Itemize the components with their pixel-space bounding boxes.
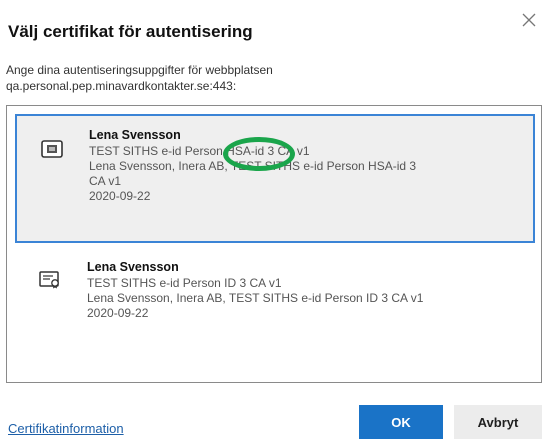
dialog-description: Ange dina autentiseringsuppgifter för we… xyxy=(6,62,273,94)
close-icon xyxy=(522,13,536,27)
certificate-item[interactable]: Lena Svensson TEST SITHS e-id Person ID … xyxy=(15,249,535,349)
cancel-button[interactable]: Avbryt xyxy=(454,405,542,439)
certificate-name: Lena Svensson xyxy=(87,260,179,274)
certificate-details: Lena Svensson TEST SITHS e-id Person ID … xyxy=(87,260,423,321)
certificate-subject-cont: CA v1 xyxy=(89,174,122,188)
certificate-subject: Lena Svensson, Inera AB, TEST SITHS e-id… xyxy=(87,291,424,305)
certificate-info-link[interactable]: Certifikatinformation xyxy=(8,421,124,436)
smartcard-icon xyxy=(41,140,63,158)
annotation-circle xyxy=(223,137,295,171)
description-site: qa.personal.pep.minavardkontakter.se:443… xyxy=(6,79,237,93)
dialog-title: Välj certifikat för autentisering xyxy=(8,22,253,41)
close-button[interactable] xyxy=(521,12,537,28)
description-line: Ange dina autentiseringsuppgifter för we… xyxy=(6,63,273,77)
certificate-date: 2020-09-22 xyxy=(87,306,149,320)
certificate-issuer: TEST SITHS e-id Person ID 3 CA v1 xyxy=(87,276,282,290)
ok-button[interactable]: OK xyxy=(359,405,443,439)
certificate-item-selected[interactable]: Lena Svensson TEST SITHS e-id Person HSA… xyxy=(15,114,535,243)
certificate-date: 2020-09-22 xyxy=(89,189,151,203)
certificate-icon xyxy=(39,271,59,289)
